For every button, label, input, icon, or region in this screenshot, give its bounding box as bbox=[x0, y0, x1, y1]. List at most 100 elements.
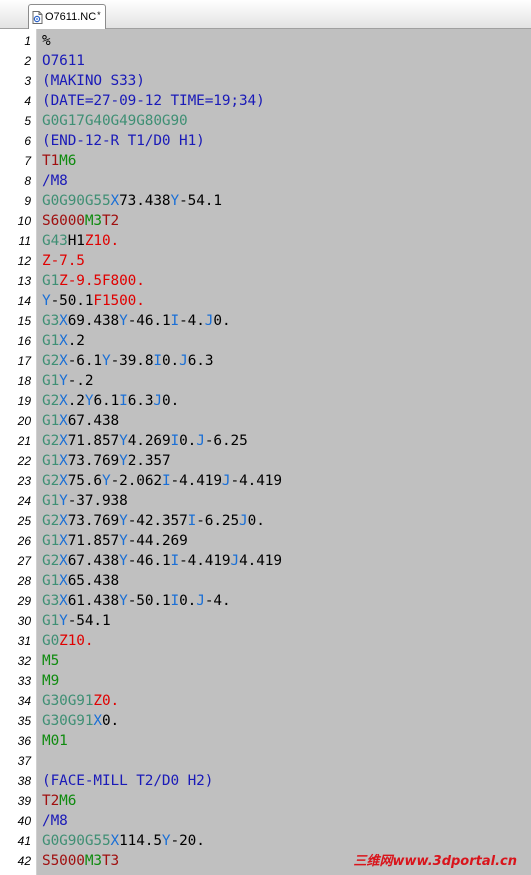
code-token: G1 bbox=[42, 573, 60, 589]
code-editor[interactable]: 1% 2 O7611 3 (MAKINO S33) 4 (DATE=27-09-12 TIM… bbox=[0, 29, 531, 875]
code-token: M3 bbox=[84, 213, 102, 229]
code-token: X bbox=[59, 433, 68, 449]
code-line[interactable]: 3 (MAKINO S33) bbox=[0, 71, 531, 91]
code-line[interactable]: 14 Y-50.1F1500. bbox=[0, 291, 531, 311]
code-token: X bbox=[59, 393, 68, 409]
code-line[interactable]: 18 G1Y-.2 bbox=[0, 371, 531, 391]
code-token: 0. bbox=[247, 513, 265, 529]
code-line[interactable]: 2 O7611 bbox=[0, 51, 531, 71]
code-text: G1X67.438 bbox=[37, 411, 119, 431]
code-line[interactable]: 15 G3X69.438Y-46.1I-4.J0. bbox=[0, 311, 531, 331]
code-token: G30G91 bbox=[42, 693, 94, 709]
code-line[interactable]: 5 G0G17G40G49G80G90 bbox=[0, 111, 531, 131]
line-number: 39 bbox=[17, 794, 31, 808]
code-line[interactable]: 4 (DATE=27-09-12 TIME=19;34) bbox=[0, 91, 531, 111]
code-line[interactable]: 16 G1X.2 bbox=[0, 331, 531, 351]
code-line[interactable]: 24 G1Y-37.938 bbox=[0, 491, 531, 511]
code-line[interactable]: 21 G2X71.857Y4.269I0.J-6.25 bbox=[0, 431, 531, 451]
code-line[interactable]: 40/M8 bbox=[0, 811, 531, 831]
line-number: 38 bbox=[17, 774, 31, 788]
code-text: G2X67.438Y-46.1I-4.419J4.419 bbox=[37, 551, 282, 571]
code-lines: 1% 2 O7611 3 (MAKINO S33) 4 (DATE=27-09-12 TIM… bbox=[0, 31, 531, 871]
line-number: 26 bbox=[17, 534, 31, 548]
code-token: -4. bbox=[204, 593, 231, 609]
code-line[interactable]: 25 G2X73.769Y-42.357I-6.25J0. bbox=[0, 511, 531, 531]
code-line[interactable]: 38 (FACE-MILL T2/D0 H2) bbox=[0, 771, 531, 791]
code-token: G2 bbox=[42, 433, 60, 449]
code-token: I bbox=[170, 313, 180, 329]
code-line[interactable]: 12 Z-7.5 bbox=[0, 251, 531, 271]
line-number: 27 bbox=[17, 554, 31, 568]
code-token: /M8 bbox=[42, 173, 68, 189]
code-line[interactable]: 6 (END-12-R T1/D0 H1) bbox=[0, 131, 531, 151]
line-number: 22 bbox=[17, 454, 31, 468]
code-line[interactable]: 8/M8 bbox=[0, 171, 531, 191]
code-line[interactable]: 9 G0G90G55X73.438Y-54.1 bbox=[0, 191, 531, 211]
line-number: 23 bbox=[17, 474, 31, 488]
code-token: .2 bbox=[67, 393, 85, 409]
code-line[interactable]: 19 G2X.2Y6.1I6.3J0. bbox=[0, 391, 531, 411]
code-line[interactable]: 33 M9 bbox=[0, 671, 531, 691]
code-text: G1X65.438 bbox=[37, 571, 119, 591]
code-token: -42.357 bbox=[127, 513, 188, 529]
code-line[interactable]: 7 T1M6 bbox=[0, 151, 531, 171]
code-token: I bbox=[170, 593, 180, 609]
line-number: 28 bbox=[17, 574, 31, 588]
code-line[interactable]: 35 G30G91X0. bbox=[0, 711, 531, 731]
code-token: -4.419 bbox=[230, 473, 282, 489]
code-text: G3X61.438Y-50.1I0.J-4. bbox=[37, 591, 231, 611]
code-token: 65.438 bbox=[67, 573, 120, 589]
code-line[interactable]: 27 G2X67.438Y-46.1I-4.419J4.419 bbox=[0, 551, 531, 571]
code-line[interactable]: 23 G2X75.6Y-2.062I-4.419J-4.419 bbox=[0, 471, 531, 491]
code-line[interactable]: 20 G1X67.438 bbox=[0, 411, 531, 431]
code-text: G2X71.857Y4.269I0.J-6.25 bbox=[37, 431, 248, 451]
code-token: -39.8 bbox=[110, 353, 154, 369]
code-token: X bbox=[93, 713, 102, 729]
code-line[interactable]: 17 G2X-6.1Y-39.8I0.J6.3 bbox=[0, 351, 531, 371]
code-text: G0G90G55X73.438Y-54.1 bbox=[37, 191, 222, 211]
code-token: Y bbox=[119, 533, 128, 549]
tab-title: O7611.NC bbox=[45, 11, 97, 23]
code-token: 4.269 bbox=[127, 433, 171, 449]
code-token: G2 bbox=[42, 353, 60, 369]
code-line[interactable]: 1% bbox=[0, 31, 531, 51]
code-line[interactable]: 41 G0G90G55X114.5Y-20. bbox=[0, 831, 531, 851]
tab-bar: O7611.NC * bbox=[0, 0, 531, 29]
code-line[interactable]: 11 G43H1Z10. bbox=[0, 231, 531, 251]
code-line[interactable]: 34 G30G91Z0. bbox=[0, 691, 531, 711]
code-token: Y bbox=[59, 613, 68, 629]
code-token: M5 bbox=[42, 653, 60, 669]
code-token: M6 bbox=[59, 793, 77, 809]
watermark: 三维网www.3dportal.cn bbox=[353, 854, 517, 869]
code-token: 0. bbox=[101, 713, 120, 729]
code-text: G1Z-9.5F800. bbox=[37, 271, 145, 291]
code-line[interactable]: 32 M5 bbox=[0, 651, 531, 671]
code-token: -.2 bbox=[67, 373, 94, 389]
code-token: -44.269 bbox=[127, 533, 188, 549]
line-number: 35 bbox=[17, 714, 31, 728]
code-line[interactable]: 36 M01 bbox=[0, 731, 531, 751]
code-token: J bbox=[239, 513, 248, 529]
code-line[interactable]: 29 G3X61.438Y-50.1I0.J-4. bbox=[0, 591, 531, 611]
file-tab[interactable]: O7611.NC * bbox=[28, 4, 106, 29]
code-line[interactable]: 10 S6000M3T2 bbox=[0, 211, 531, 231]
line-number: 19 bbox=[17, 394, 31, 408]
code-line[interactable]: 26 G1X71.857Y-44.269 bbox=[0, 531, 531, 551]
code-token: Y bbox=[119, 553, 128, 569]
code-line[interactable]: 30 G1Y-54.1 bbox=[0, 611, 531, 631]
code-token: I bbox=[170, 553, 180, 569]
line-number: 16 bbox=[17, 334, 31, 348]
code-line[interactable]: 31 G0Z10. bbox=[0, 631, 531, 651]
code-token: 2.357 bbox=[127, 453, 171, 469]
code-line[interactable]: 13 G1Z-9.5F800. bbox=[0, 271, 531, 291]
code-text: G0G90G55X114.5Y-20. bbox=[37, 831, 205, 851]
code-line[interactable]: 28 G1X65.438 bbox=[0, 571, 531, 591]
code-token: G3 bbox=[42, 593, 60, 609]
code-token: Y bbox=[101, 473, 111, 489]
code-line[interactable]: 39 T2M6 bbox=[0, 791, 531, 811]
code-line[interactable]: 22 G1X73.769Y2.357 bbox=[0, 451, 531, 471]
code-line[interactable]: 37 bbox=[0, 751, 531, 771]
line-number: 37 bbox=[17, 754, 31, 768]
code-token: F1500. bbox=[93, 293, 145, 309]
